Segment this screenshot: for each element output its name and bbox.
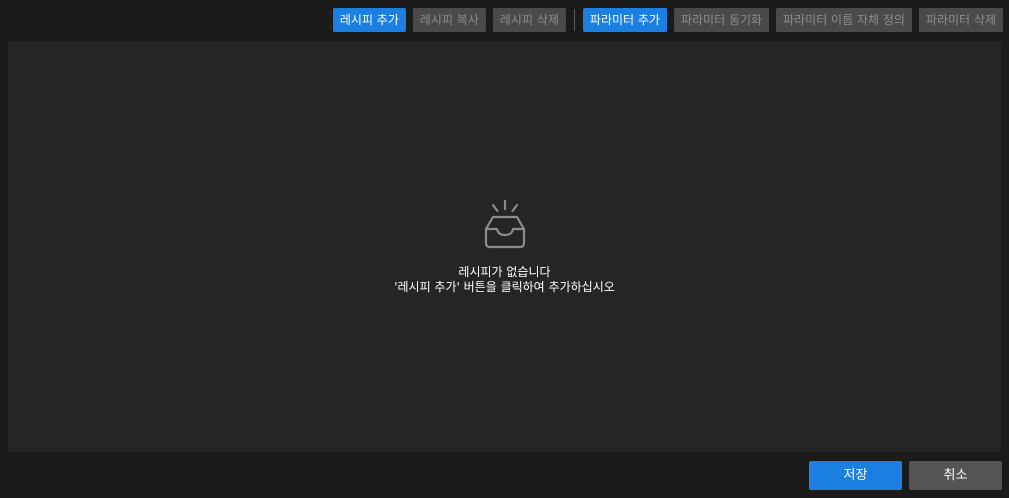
delete-recipe-button[interactable]: 레시피 삭제	[492, 8, 566, 32]
recipe-list-panel: 레시피가 없습니다 '레시피 추가' 버튼을 클릭하여 추가하십시오	[8, 41, 1001, 452]
copy-recipe-button[interactable]: 레시피 복사	[412, 8, 486, 32]
add-recipe-button[interactable]: 레시피 추가	[332, 8, 406, 32]
toolbar: 레시피 추가 레시피 복사 레시피 삭제 파라미터 추가 파라미터 동기화 파라…	[332, 8, 1003, 32]
empty-hint: '레시피 추가' 버튼을 클릭하여 추가하십시오	[394, 280, 615, 294]
empty-state: 레시피가 없습니다 '레시피 추가' 버튼을 클릭하여 추가하십시오	[8, 199, 1001, 295]
cancel-button[interactable]: 취소	[909, 461, 1002, 490]
empty-inbox-icon	[484, 199, 525, 249]
sync-parameter-button[interactable]: 파라미터 동기화	[673, 8, 770, 32]
add-parameter-button[interactable]: 파라미터 추가	[582, 8, 667, 32]
save-button[interactable]: 저장	[809, 461, 902, 490]
empty-message: 레시피가 없습니다 '레시피 추가' 버튼을 클릭하여 추가하십시오	[394, 265, 615, 295]
custom-parameter-name-button[interactable]: 파라미터 이름 자체 정의	[776, 8, 912, 32]
recipe-dialog: 레시피 추가 레시피 복사 레시피 삭제 파라미터 추가 파라미터 동기화 파라…	[0, 0, 1009, 498]
empty-title: 레시피가 없습니다	[458, 265, 551, 279]
dialog-footer: 저장 취소	[809, 461, 1002, 490]
delete-parameter-button[interactable]: 파라미터 삭제	[918, 8, 1003, 32]
toolbar-divider	[573, 9, 575, 31]
